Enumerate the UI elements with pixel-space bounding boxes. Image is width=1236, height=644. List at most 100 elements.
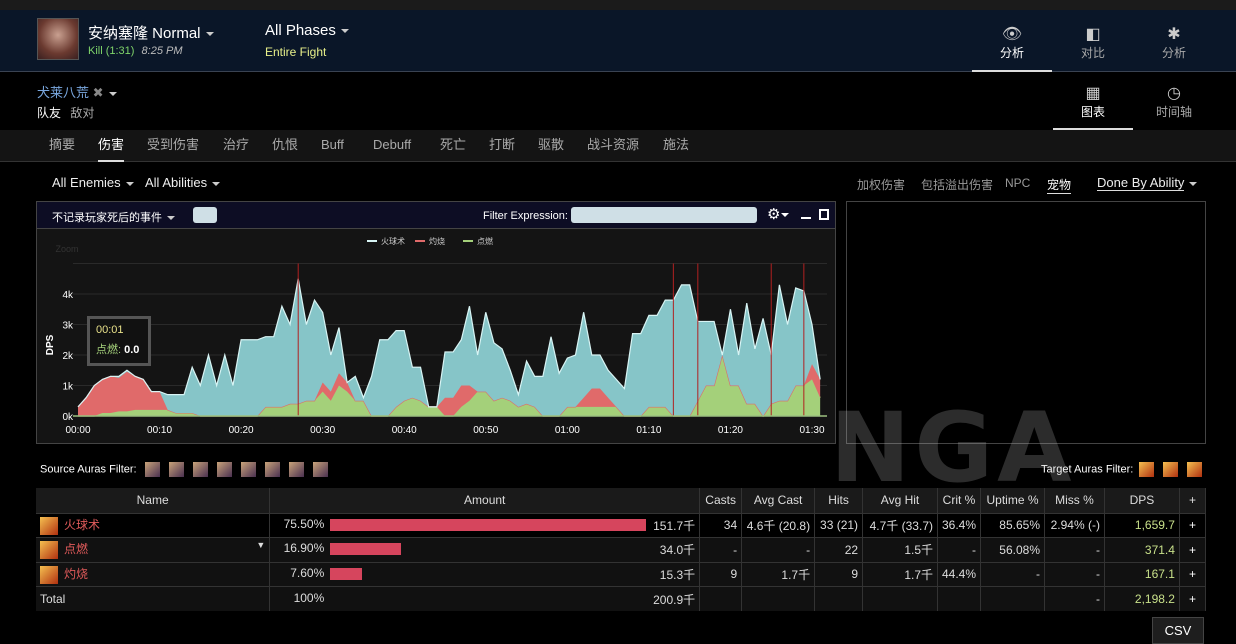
x-tick-label: 01:20 <box>718 425 743 436</box>
maximize-icon[interactable] <box>819 209 829 220</box>
option-overkill[interactable]: 包括溢出伤害 <box>921 176 993 193</box>
clock-icon: ◷ <box>1167 85 1181 102</box>
plus-cell[interactable]: + <box>1179 586 1207 611</box>
player-selector[interactable]: 犬莱八荒 ✖ <box>37 82 117 101</box>
aura-icon[interactable] <box>264 462 280 477</box>
tab-0[interactable]: 摘要 <box>49 130 75 162</box>
ability-name-cell[interactable]: 灼烧 <box>36 561 271 587</box>
tab-5[interactable]: Buff <box>321 130 344 162</box>
tab-2[interactable]: 受到伤害 <box>147 130 199 162</box>
toggle-box[interactable] <box>193 207 217 223</box>
y-axis-label: DPS <box>45 334 56 355</box>
casts-cell: - <box>699 537 743 562</box>
option-npc[interactable]: NPC <box>1005 176 1030 190</box>
column-header[interactable]: + <box>1179 488 1207 513</box>
close-icon[interactable]: ✖ <box>93 85 104 100</box>
aura-icon[interactable] <box>1187 462 1203 477</box>
abilities-dropdown[interactable]: All Abilities <box>145 175 221 190</box>
aura-icon[interactable] <box>288 462 304 477</box>
tab-1[interactable]: 伤害 <box>98 130 125 162</box>
hostile-toggle[interactable]: 敌对 <box>70 106 94 120</box>
aura-icon[interactable] <box>1163 462 1179 477</box>
hits-cell: 22 <box>814 537 864 562</box>
crit-cell <box>937 586 982 611</box>
nav-analysis-2[interactable]: ✱ 分析 <box>1134 10 1214 72</box>
tab-9[interactable]: 驱散 <box>538 130 564 162</box>
boss-selector[interactable]: 安纳塞隆 Normal <box>88 22 214 43</box>
enemies-dropdown[interactable]: All Enemies <box>52 175 134 190</box>
column-header[interactable]: Crit % <box>937 488 982 513</box>
top-strip <box>0 0 1236 10</box>
table-row[interactable]: 火球术 75.50% 151.7千 34 4.6千 (20.8) 33 (21) 4.7千 … <box>36 512 1207 538</box>
column-header[interactable]: Amount <box>269 488 701 513</box>
tab-10[interactable]: 战斗资源 <box>587 130 639 162</box>
avg_cast-cell: 4.6千 (20.8) <box>741 512 816 538</box>
aura-icon[interactable] <box>1139 462 1155 477</box>
column-header[interactable]: Miss % <box>1044 488 1105 513</box>
tab-6[interactable]: Debuff <box>373 130 411 162</box>
column-header[interactable]: Avg Hit <box>862 488 938 513</box>
tab-8[interactable]: 打断 <box>489 130 515 162</box>
boss-avatar <box>37 18 79 60</box>
mode-dropdown[interactable]: Done By Ability <box>1097 175 1198 191</box>
death-filter-dropdown[interactable]: 不记录玩家死后的事件 <box>52 209 175 225</box>
filter-label: Filter Expression: <box>483 210 568 222</box>
tab-7[interactable]: 死亡 <box>440 130 466 162</box>
expand-icon[interactable]: ▼ <box>256 540 265 550</box>
legend-label: 火球术 <box>381 236 405 246</box>
plus-cell[interactable]: + <box>1179 537 1207 562</box>
total-row: Total 100% 200.9千 -2,198.2 + <box>36 586 1207 611</box>
crit-cell: 44.4% <box>937 561 982 587</box>
table-row[interactable]: 灼烧 7.60% 15.3千 9 1.7千 9 1.7千 44.4% - -167.1 + <box>36 561 1207 587</box>
gear-icon[interactable]: ⚙ <box>767 205 790 223</box>
amount: 151.7千 <box>653 518 696 533</box>
aura-icon[interactable] <box>192 462 208 477</box>
miss-cell: - <box>1044 561 1105 587</box>
option-weighted[interactable]: 加权伤害 <box>857 176 905 193</box>
amount-bar <box>330 543 401 556</box>
aura-icon[interactable] <box>168 462 184 477</box>
phase-selector[interactable]: All Phases <box>265 22 349 39</box>
amount-cell: 7.60% 15.3千 <box>269 561 701 587</box>
aura-icon[interactable] <box>144 462 160 477</box>
aura-icon[interactable] <box>240 462 256 477</box>
aura-icon[interactable] <box>216 462 232 477</box>
column-header[interactable]: Name <box>36 488 271 513</box>
minimize-icon[interactable] <box>801 217 811 219</box>
column-header[interactable]: Uptime % <box>980 488 1045 513</box>
column-header[interactable]: Casts <box>699 488 743 513</box>
friendly-toggle[interactable]: 队友 <box>37 106 61 120</box>
plus-cell[interactable]: + <box>1179 512 1207 538</box>
column-header[interactable]: Avg Cast <box>741 488 816 513</box>
kill-result: Kill (1:31) <box>88 45 135 57</box>
dps-chart[interactable]: Zoom 0k 1k 2k 3k 4k 00:00 00:10 00:20 00:30 00:40 0… <box>37 230 835 444</box>
aura-icon[interactable] <box>312 462 328 477</box>
filter-expression-input[interactable] <box>571 207 757 223</box>
legend-label: 灼烧 <box>429 236 445 246</box>
amount: 15.3千 <box>659 567 696 582</box>
tab-3[interactable]: 治疗 <box>223 130 249 162</box>
caret-down-icon <box>212 181 221 186</box>
ability-name-cell[interactable]: 火球术 <box>36 512 271 538</box>
ability-name-cell[interactable]: 点燃 ▼ <box>36 537 271 562</box>
option-pets[interactable]: 宠物 <box>1047 176 1072 194</box>
plus-cell[interactable]: + <box>1179 561 1207 587</box>
tab-4[interactable]: 仇恨 <box>272 130 298 162</box>
tooltip-series: 点燃: <box>96 344 122 356</box>
nav-compare[interactable]: ◧ 对比 <box>1053 10 1133 72</box>
csv-button[interactable]: CSV <box>1152 617 1204 644</box>
avg_hit-cell <box>862 586 938 611</box>
amount: 34.0千 <box>659 543 696 558</box>
y-tick-label: 4k <box>62 290 74 301</box>
table-row[interactable]: 点燃 ▼ 16.90% 34.0千 - -22 1.5千 -56.08% -371.4 + <box>36 537 1207 562</box>
column-header[interactable]: Hits <box>814 488 864 513</box>
dropdown-label: 不记录玩家死后的事件 <box>52 212 162 224</box>
view-chart[interactable]: ▦ 图表 <box>1053 73 1133 130</box>
view-label: 图表 <box>1080 105 1105 119</box>
caret-down-icon <box>1189 181 1198 186</box>
column-header[interactable]: DPS <box>1104 488 1180 513</box>
view-timeline[interactable]: ◷ 时间轴 <box>1134 73 1214 130</box>
tab-11[interactable]: 施法 <box>663 130 689 162</box>
nav-analysis[interactable]: 👁 分析 <box>972 10 1052 72</box>
uptime-cell <box>980 586 1045 611</box>
